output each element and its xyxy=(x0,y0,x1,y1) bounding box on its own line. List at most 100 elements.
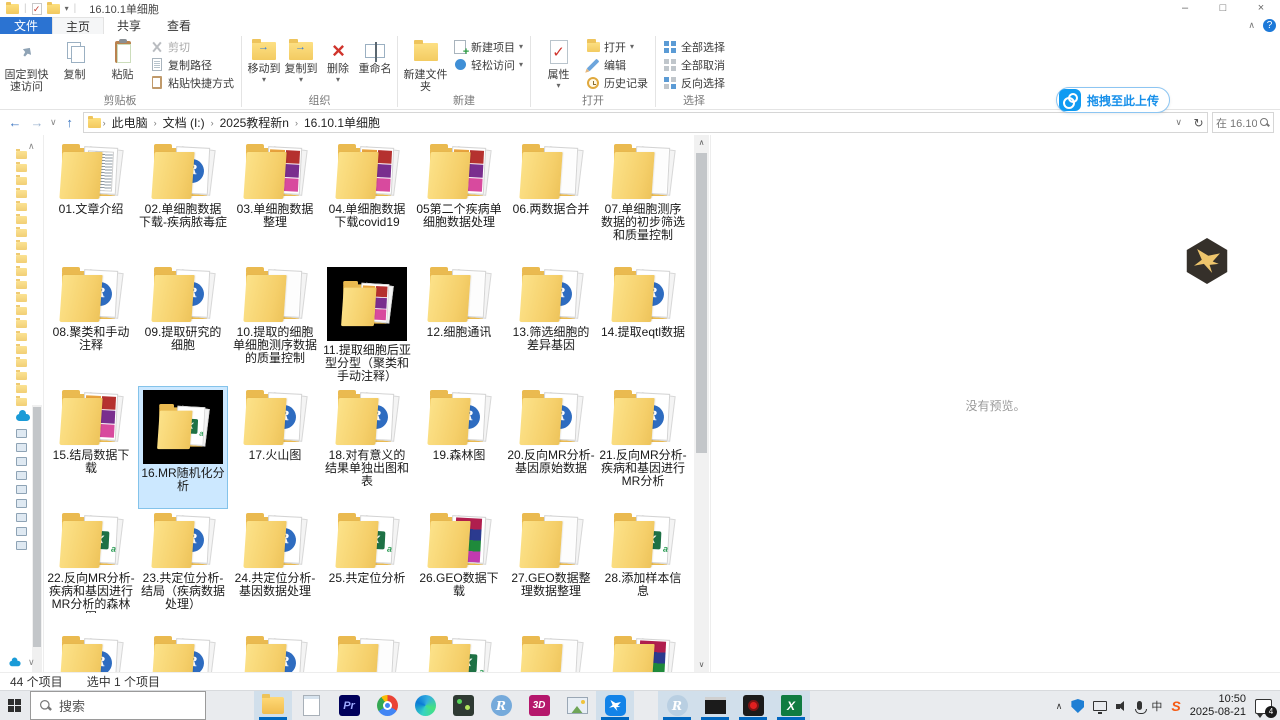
tree-folder-icon[interactable] xyxy=(16,279,27,289)
tree-folder-icon[interactable] xyxy=(16,370,27,380)
file-item[interactable]: X 25.共定位分析 xyxy=(322,509,412,632)
3d-taskbar-icon[interactable]: 3D xyxy=(520,691,558,720)
properties-button[interactable]: ✓ 属性 ▾ xyxy=(535,35,582,93)
copy-button[interactable]: 复制 xyxy=(51,35,98,93)
cut-button[interactable]: 剪切 xyxy=(147,38,237,55)
file-list-scrollbar[interactable]: ∧ ∨ xyxy=(694,135,709,672)
tab-file[interactable]: 文件 xyxy=(0,17,53,34)
scroll-down-icon[interactable]: ∨ xyxy=(694,657,709,672)
tree-folder-icon[interactable] xyxy=(16,396,27,406)
file-item[interactable]: R 13.筛选细胞的差异基因 xyxy=(506,263,596,386)
move-to-button[interactable]: → 移动到 ▾ xyxy=(246,35,282,89)
file-item[interactable]: R 14.提取eqtl数据 xyxy=(598,263,688,386)
tree-folder-icon[interactable] xyxy=(16,266,27,276)
drive-icon[interactable] xyxy=(16,541,27,550)
file-item-partial[interactable]: R xyxy=(230,632,320,672)
file-item[interactable]: X22.反向MR分析-疾病和基因进行MR分析的森林图 xyxy=(46,509,136,632)
file-item[interactable]: X 28.添加样本信息 xyxy=(598,509,688,632)
breadcrumb-this-pc[interactable]: 此电脑 xyxy=(108,114,152,131)
forward-icon[interactable]: → xyxy=(28,115,46,130)
onedrive-icon[interactable] xyxy=(16,410,30,421)
term-taskbar-icon[interactable] xyxy=(696,691,734,720)
file-item[interactable]: 04.单细胞数据下载covid19 xyxy=(322,140,412,263)
file-item[interactable]: 07.单细胞测序数据的初步筛选和质量控制 xyxy=(598,140,688,263)
excel-taskbar-icon[interactable]: X xyxy=(772,691,810,720)
drive-icon[interactable] xyxy=(16,443,27,452)
select-none-button[interactable]: 全部取消 xyxy=(660,56,728,73)
rec-taskbar-icon[interactable] xyxy=(734,691,772,720)
file-item[interactable]: R18.对有意义的结果单独出图和表 xyxy=(322,386,412,509)
help-icon[interactable]: ? xyxy=(1263,19,1276,32)
drive-icon[interactable] xyxy=(16,471,27,480)
file-item[interactable]: 27.GEO数据整理数据整理 xyxy=(506,509,596,632)
minimize-button[interactable]: – xyxy=(1166,0,1204,17)
scrollbar-thumb[interactable] xyxy=(696,153,707,453)
file-item[interactable]: 01.文章介绍 xyxy=(46,140,136,263)
file-item[interactable]: R 08.聚类和手动注释 xyxy=(46,263,136,386)
rename-button[interactable]: 重命名 xyxy=(357,35,393,89)
breadcrumb-current[interactable]: 16.10.1单细胞 xyxy=(300,114,384,131)
rblue-taskbar-icon[interactable]: R xyxy=(482,691,520,720)
close-button[interactable]: × xyxy=(1242,0,1280,17)
new-folder-button[interactable]: 新建文件夹 xyxy=(402,35,449,93)
collapse-ribbon-icon[interactable]: ∧ xyxy=(1248,20,1255,31)
thunder-taskbar-icon[interactable] xyxy=(596,691,634,720)
tree-folder-icon[interactable] xyxy=(16,240,27,250)
tree-folder-icon[interactable] xyxy=(16,175,27,185)
tree-folder-icon[interactable] xyxy=(16,201,27,211)
file-item[interactable]: 10.提取的细胞单细胞测序数据的质量控制 xyxy=(230,263,320,386)
pr-taskbar-icon[interactable]: Pr xyxy=(330,691,368,720)
tree-folder-icon[interactable] xyxy=(16,318,27,328)
edit-button[interactable]: 编辑 xyxy=(583,56,651,73)
properties-quick-icon[interactable]: ✓ xyxy=(31,2,42,15)
scroll-up-icon[interactable]: ∧ xyxy=(694,135,709,150)
tab-home[interactable]: 主页 xyxy=(52,17,105,34)
rgray-taskbar-icon[interactable]: R xyxy=(658,691,696,720)
maximize-button[interactable]: □ xyxy=(1204,0,1242,17)
tree-folder-icon[interactable] xyxy=(16,149,27,159)
tray-expand-icon[interactable]: ∧ xyxy=(1056,701,1063,712)
file-item-partial[interactable]: R xyxy=(138,632,228,672)
select-all-button[interactable]: 全部选择 xyxy=(660,38,728,55)
microphone-icon[interactable] xyxy=(1134,700,1147,714)
qat-customize-icon[interactable]: ▾ xyxy=(65,4,69,13)
tree-folder-icon[interactable] xyxy=(16,383,27,393)
edge-taskbar-icon[interactable] xyxy=(406,691,444,720)
action-center-icon[interactable]: 4 xyxy=(1255,698,1277,718)
file-item[interactable]: R 24.共定位分析-基因数据处理 xyxy=(230,509,320,632)
start-button[interactable] xyxy=(0,691,30,720)
open-button[interactable]: 打开 ▾ xyxy=(583,38,651,55)
copy-path-button[interactable]: 复制路径 xyxy=(147,56,237,73)
volume-icon[interactable] xyxy=(1116,700,1128,712)
chrome-taskbar-icon[interactable] xyxy=(368,691,406,720)
drive-icon[interactable] xyxy=(16,527,27,536)
address-dropdown-icon[interactable]: ∨ xyxy=(1171,117,1186,128)
file-item[interactable]: 12.细胞通讯 xyxy=(414,263,504,386)
file-item[interactable]: R21.反向MR分析-疾病和基因进行MR分析 xyxy=(598,386,688,509)
ime-indicator-icon[interactable]: 中 xyxy=(1151,698,1162,714)
drive-icon[interactable] xyxy=(16,429,27,438)
nav-scroll-down-icon[interactable]: ∨ xyxy=(28,657,35,668)
file-item[interactable]: 05第二个疾病单细胞数据处理 xyxy=(414,140,504,263)
file-item[interactable]: 11.提取细胞后亚型分型（聚类和手动注释） xyxy=(322,263,412,386)
back-icon[interactable]: ← xyxy=(6,115,24,130)
tree-folder-icon[interactable] xyxy=(16,292,27,302)
file-item[interactable]: R 17.火山图 xyxy=(230,386,320,509)
file-item[interactable]: R 02.单细胞数据下载-疾病脓毒症 xyxy=(138,140,228,263)
drive-icon[interactable] xyxy=(16,513,27,522)
paste-button[interactable]: 粘贴 xyxy=(99,35,146,93)
drive-icon[interactable] xyxy=(16,499,27,508)
breadcrumb-drive[interactable]: 文档 (I:) xyxy=(159,114,209,131)
taskbar-search-box[interactable]: 搜索 xyxy=(30,691,206,720)
history-dropdown-icon[interactable]: ∨ xyxy=(50,117,57,128)
file-item[interactable]: 06.两数据合并 xyxy=(506,140,596,263)
file-item[interactable]: R 20.反向MR分析-基因原始数据 xyxy=(506,386,596,509)
tab-view[interactable]: 查看 xyxy=(154,17,204,34)
explorer-taskbar-icon[interactable] xyxy=(254,691,292,720)
tab-share[interactable]: 共享 xyxy=(104,17,154,34)
new-item-button[interactable]: 新建项目 ▾ xyxy=(450,38,526,58)
breadcrumb-parent[interactable]: 2025教程新n xyxy=(216,114,293,131)
easy-access-button[interactable]: 轻松访问 ▾ xyxy=(450,56,526,73)
drive-icon[interactable] xyxy=(16,485,27,494)
tree-folder-icon[interactable] xyxy=(16,331,27,341)
